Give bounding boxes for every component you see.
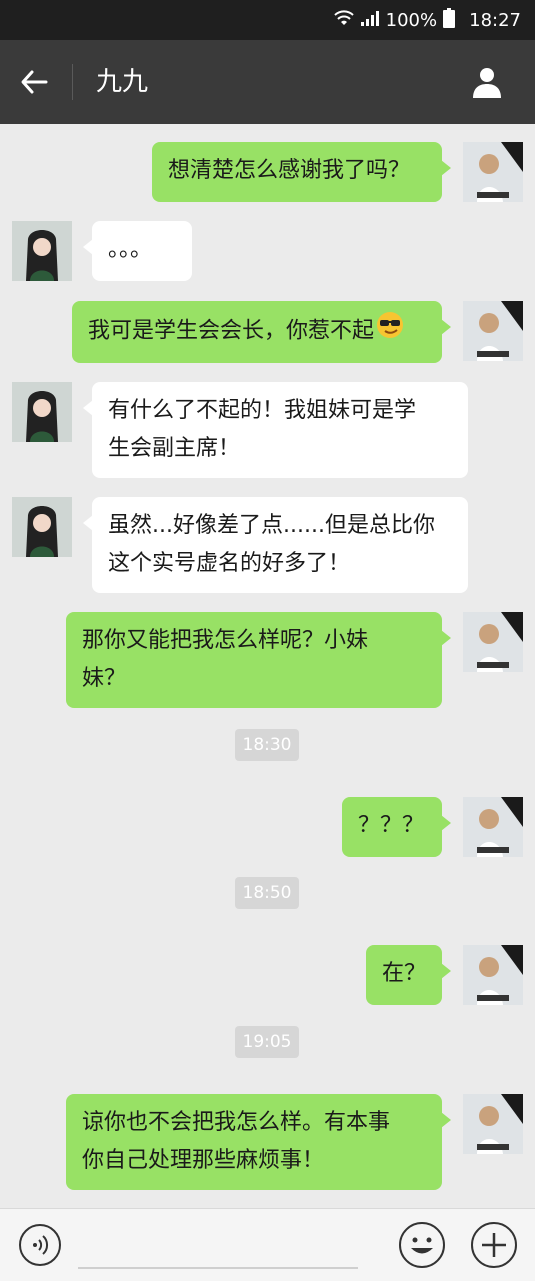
wifi-icon: [333, 9, 354, 32]
contact-avatar[interactable]: [12, 221, 72, 281]
message-input[interactable]: [78, 1231, 358, 1269]
more-options-button[interactable]: [470, 1221, 518, 1269]
arrow-left-icon: [21, 70, 48, 94]
my-avatar[interactable]: [463, 301, 523, 361]
chat-title: 九九: [96, 67, 149, 97]
message-bubble-sent[interactable]: 那你又能把我怎么样呢？小妹 妹？: [66, 612, 451, 708]
my-avatar[interactable]: [463, 612, 523, 672]
my-avatar[interactable]: [463, 142, 523, 202]
message-bubble-sent[interactable]: 在？: [366, 945, 451, 1005]
contact-avatar[interactable]: [12, 497, 72, 557]
sunglasses-smile-icon: [376, 311, 404, 352]
message-bubble-received[interactable]: 虽然...好像差了点......但是总比你 这个实号虚名的好多了！: [83, 497, 468, 593]
chat-message-list[interactable]: 想清楚怎么感谢我了吗？ 。。。 我可是学生会会长，你惹不起 有什么了不起的！我姐…: [0, 124, 535, 1208]
status-bar: 100% 18:27: [0, 0, 535, 40]
emoji-button[interactable]: [398, 1221, 446, 1269]
timestamp: 18:50: [235, 877, 299, 909]
message-bubble-received[interactable]: 。。。: [83, 221, 192, 281]
message-bubble-sent[interactable]: 想清楚怎么感谢我了吗？: [152, 142, 451, 202]
profile-button[interactable]: [469, 64, 505, 100]
input-bar: [0, 1208, 535, 1281]
message-bubble-sent[interactable]: 谅你也不会把我怎么样。有本事 你自己处理那些麻烦事！: [66, 1094, 451, 1190]
battery-icon: [443, 7, 456, 33]
chat-header: 九九: [0, 40, 535, 124]
header-divider: [72, 64, 73, 100]
message-bubble-sent[interactable]: ？？？: [342, 797, 451, 857]
message-text: 我可是学生会会长，你惹不起: [88, 318, 375, 344]
message-bubble-sent[interactable]: 我可是学生会会长，你惹不起: [72, 301, 451, 363]
contact-avatar[interactable]: [12, 382, 72, 442]
my-avatar[interactable]: [463, 1094, 523, 1154]
plus-icon: [471, 1222, 517, 1268]
voice-icon: [19, 1224, 61, 1266]
smiley-icon: [399, 1222, 445, 1268]
battery-percent: 100%: [385, 9, 438, 31]
message-bubble-received[interactable]: 有什么了不起的！我姐妹可是学 生会副主席！: [83, 382, 468, 478]
clock-time: 18:27: [469, 9, 521, 31]
back-button[interactable]: [18, 66, 54, 98]
signal-icon: [360, 9, 380, 32]
my-avatar[interactable]: [463, 797, 523, 857]
voice-input-button[interactable]: [18, 1223, 62, 1267]
person-icon: [473, 68, 501, 98]
my-avatar[interactable]: [463, 945, 523, 1005]
timestamp: 18:30: [235, 729, 299, 761]
timestamp: 19:05: [235, 1026, 299, 1058]
